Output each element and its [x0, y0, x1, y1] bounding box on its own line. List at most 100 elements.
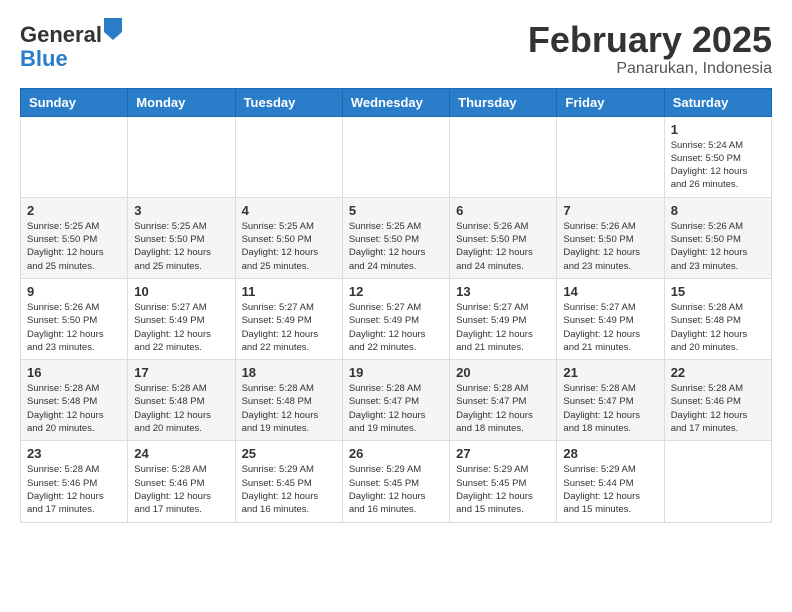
- day-info: Sunrise: 5:27 AM Sunset: 5:49 PM Dayligh…: [456, 301, 550, 354]
- table-row: [235, 116, 342, 197]
- day-number: 3: [134, 203, 228, 218]
- day-info: Sunrise: 5:25 AM Sunset: 5:50 PM Dayligh…: [349, 220, 443, 273]
- day-info: Sunrise: 5:28 AM Sunset: 5:46 PM Dayligh…: [27, 463, 121, 516]
- day-number: 17: [134, 365, 228, 380]
- day-number: 18: [242, 365, 336, 380]
- calendar-week-row: 23 Sunrise: 5:28 AM Sunset: 5:46 PM Dayli…: [21, 441, 772, 522]
- day-info: Sunrise: 5:28 AM Sunset: 5:47 PM Dayligh…: [349, 382, 443, 435]
- table-row: 9 Sunrise: 5:26 AM Sunset: 5:50 PM Daylig…: [21, 278, 128, 359]
- col-sunday: Sunday: [21, 88, 128, 116]
- day-number: 27: [456, 446, 550, 461]
- table-row: 26 Sunrise: 5:29 AM Sunset: 5:45 PM Dayli…: [342, 441, 449, 522]
- day-info: Sunrise: 5:26 AM Sunset: 5:50 PM Dayligh…: [671, 220, 765, 273]
- table-row: 15 Sunrise: 5:28 AM Sunset: 5:48 PM Dayli…: [664, 278, 771, 359]
- day-info: Sunrise: 5:27 AM Sunset: 5:49 PM Dayligh…: [563, 301, 657, 354]
- table-row: [557, 116, 664, 197]
- day-info: Sunrise: 5:28 AM Sunset: 5:48 PM Dayligh…: [134, 382, 228, 435]
- logo: General Blue: [20, 20, 122, 71]
- calendar-week-row: 16 Sunrise: 5:28 AM Sunset: 5:48 PM Dayli…: [21, 360, 772, 441]
- day-info: Sunrise: 5:28 AM Sunset: 5:47 PM Dayligh…: [456, 382, 550, 435]
- col-monday: Monday: [128, 88, 235, 116]
- col-thursday: Thursday: [450, 88, 557, 116]
- table-row: 10 Sunrise: 5:27 AM Sunset: 5:49 PM Dayli…: [128, 278, 235, 359]
- calendar-table: Sunday Monday Tuesday Wednesday Thursday…: [20, 88, 772, 523]
- table-row: 13 Sunrise: 5:27 AM Sunset: 5:49 PM Dayli…: [450, 278, 557, 359]
- table-row: 14Sunrise: 5:27 AM Sunset: 5:49 PM Dayli…: [557, 278, 664, 359]
- day-info: Sunrise: 5:28 AM Sunset: 5:48 PM Dayligh…: [27, 382, 121, 435]
- day-info: Sunrise: 5:25 AM Sunset: 5:50 PM Dayligh…: [27, 220, 121, 273]
- table-row: [664, 441, 771, 522]
- day-number: 23: [27, 446, 121, 461]
- day-number: 25: [242, 446, 336, 461]
- table-row: 2 Sunrise: 5:25 AM Sunset: 5:50 PM Daylig…: [21, 197, 128, 278]
- calendar-header-row: Sunday Monday Tuesday Wednesday Thursday…: [21, 88, 772, 116]
- day-number: 19: [349, 365, 443, 380]
- table-row: 17 Sunrise: 5:28 AM Sunset: 5:48 PM Dayli…: [128, 360, 235, 441]
- table-row: 3 Sunrise: 5:25 AM Sunset: 5:50 PM Daylig…: [128, 197, 235, 278]
- day-number: 22: [671, 365, 765, 380]
- day-number: 1: [671, 122, 765, 137]
- day-info: Sunrise: 5:29 AM Sunset: 5:45 PM Dayligh…: [456, 463, 550, 516]
- table-row: 28Sunrise: 5:29 AM Sunset: 5:44 PM Dayli…: [557, 441, 664, 522]
- logo-icon: [104, 18, 122, 40]
- day-info: Sunrise: 5:26 AM Sunset: 5:50 PM Dayligh…: [27, 301, 121, 354]
- day-number: 12: [349, 284, 443, 299]
- page-header: General Blue February 2025 Panarukan, In…: [20, 20, 772, 78]
- table-row: 16 Sunrise: 5:28 AM Sunset: 5:48 PM Dayli…: [21, 360, 128, 441]
- day-info: Sunrise: 5:29 AM Sunset: 5:45 PM Dayligh…: [349, 463, 443, 516]
- day-number: 10: [134, 284, 228, 299]
- day-number: 11: [242, 284, 336, 299]
- day-number: 13: [456, 284, 550, 299]
- day-number: 7: [563, 203, 657, 218]
- logo-text: General Blue: [20, 20, 122, 71]
- table-row: 8Sunrise: 5:26 AM Sunset: 5:50 PM Daylig…: [664, 197, 771, 278]
- table-row: [342, 116, 449, 197]
- day-info: Sunrise: 5:28 AM Sunset: 5:48 PM Dayligh…: [671, 301, 765, 354]
- day-info: Sunrise: 5:27 AM Sunset: 5:49 PM Dayligh…: [134, 301, 228, 354]
- table-row: 5Sunrise: 5:25 AM Sunset: 5:50 PM Daylig…: [342, 197, 449, 278]
- table-row: 23 Sunrise: 5:28 AM Sunset: 5:46 PM Dayli…: [21, 441, 128, 522]
- calendar-week-row: 2 Sunrise: 5:25 AM Sunset: 5:50 PM Daylig…: [21, 197, 772, 278]
- day-number: 16: [27, 365, 121, 380]
- calendar-week-row: 9 Sunrise: 5:26 AM Sunset: 5:50 PM Daylig…: [21, 278, 772, 359]
- day-info: Sunrise: 5:29 AM Sunset: 5:44 PM Dayligh…: [563, 463, 657, 516]
- table-row: 22 Sunrise: 5:28 AM Sunset: 5:46 PM Dayli…: [664, 360, 771, 441]
- logo-general: General: [20, 22, 102, 47]
- table-row: 27 Sunrise: 5:29 AM Sunset: 5:45 PM Dayli…: [450, 441, 557, 522]
- table-row: 21Sunrise: 5:28 AM Sunset: 5:47 PM Dayli…: [557, 360, 664, 441]
- day-info: Sunrise: 5:27 AM Sunset: 5:49 PM Dayligh…: [349, 301, 443, 354]
- day-info: Sunrise: 5:25 AM Sunset: 5:50 PM Dayligh…: [242, 220, 336, 273]
- table-row: 24 Sunrise: 5:28 AM Sunset: 5:46 PM Dayli…: [128, 441, 235, 522]
- day-info: Sunrise: 5:25 AM Sunset: 5:50 PM Dayligh…: [134, 220, 228, 273]
- day-number: 24: [134, 446, 228, 461]
- table-row: [450, 116, 557, 197]
- title-block: February 2025 Panarukan, Indonesia: [528, 20, 772, 78]
- day-number: 20: [456, 365, 550, 380]
- table-row: 7 Sunrise: 5:26 AM Sunset: 5:50 PM Daylig…: [557, 197, 664, 278]
- col-saturday: Saturday: [664, 88, 771, 116]
- day-number: 6: [456, 203, 550, 218]
- col-friday: Friday: [557, 88, 664, 116]
- day-number: 15: [671, 284, 765, 299]
- table-row: [128, 116, 235, 197]
- day-info: Sunrise: 5:27 AM Sunset: 5:49 PM Dayligh…: [242, 301, 336, 354]
- col-wednesday: Wednesday: [342, 88, 449, 116]
- table-row: 18 Sunrise: 5:28 AM Sunset: 5:48 PM Dayli…: [235, 360, 342, 441]
- day-info: Sunrise: 5:28 AM Sunset: 5:48 PM Dayligh…: [242, 382, 336, 435]
- day-info: Sunrise: 5:26 AM Sunset: 5:50 PM Dayligh…: [563, 220, 657, 273]
- day-info: Sunrise: 5:28 AM Sunset: 5:47 PM Dayligh…: [563, 382, 657, 435]
- day-number: 2: [27, 203, 121, 218]
- col-tuesday: Tuesday: [235, 88, 342, 116]
- calendar-week-row: 1Sunrise: 5:24 AM Sunset: 5:50 PM Daylig…: [21, 116, 772, 197]
- table-row: 11 Sunrise: 5:27 AM Sunset: 5:49 PM Dayli…: [235, 278, 342, 359]
- day-info: Sunrise: 5:26 AM Sunset: 5:50 PM Dayligh…: [456, 220, 550, 273]
- day-info: Sunrise: 5:29 AM Sunset: 5:45 PM Dayligh…: [242, 463, 336, 516]
- table-row: 1Sunrise: 5:24 AM Sunset: 5:50 PM Daylig…: [664, 116, 771, 197]
- location: Panarukan, Indonesia: [528, 60, 772, 78]
- table-row: 6 Sunrise: 5:26 AM Sunset: 5:50 PM Daylig…: [450, 197, 557, 278]
- day-info: Sunrise: 5:28 AM Sunset: 5:46 PM Dayligh…: [671, 382, 765, 435]
- table-row: [21, 116, 128, 197]
- day-number: 26: [349, 446, 443, 461]
- day-info: Sunrise: 5:28 AM Sunset: 5:46 PM Dayligh…: [134, 463, 228, 516]
- day-number: 9: [27, 284, 121, 299]
